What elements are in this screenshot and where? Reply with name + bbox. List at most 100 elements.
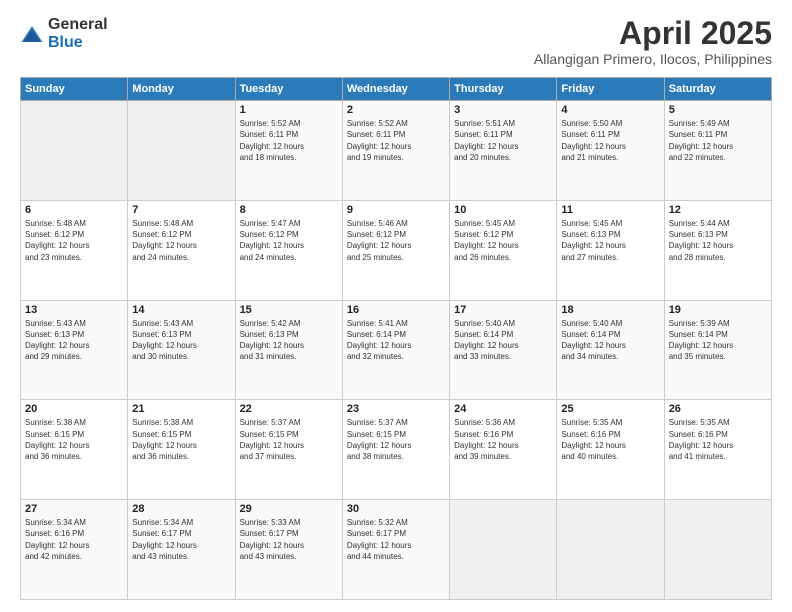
calendar-cell bbox=[450, 500, 557, 600]
calendar-cell: 5Sunrise: 5:49 AM Sunset: 6:11 PM Daylig… bbox=[664, 101, 771, 201]
calendar-cell: 24 Sunrise: 5:36 AM Sunset: 6:16 PM Dayli… bbox=[450, 400, 557, 500]
day-info: Sunrise: 5:40 AM Sunset: 6:14 PM Dayligh… bbox=[454, 319, 518, 362]
calendar-cell: 30Sunrise: 5:32 AM Sunset: 6:17 PM Dayli… bbox=[342, 500, 449, 600]
calendar-cell: 16Sunrise: 5:41 AM Sunset: 6:14 PM Dayli… bbox=[342, 300, 449, 400]
calendar-cell: 1 Sunrise: 5:52 AM Sunset: 6:11 PM Daylig… bbox=[235, 101, 342, 201]
weekday-header-tuesday: Tuesday bbox=[235, 78, 342, 101]
calendar-body: 1 Sunrise: 5:52 AM Sunset: 6:11 PM Daylig… bbox=[21, 101, 772, 600]
day-info: Sunrise: 5:50 AM Sunset: 6:11 PM Dayligh… bbox=[561, 119, 625, 162]
calendar-cell: 4 Sunrise: 5:50 AM Sunset: 6:11 PM Daylig… bbox=[557, 101, 664, 201]
day-number: 24 bbox=[454, 403, 552, 415]
day-info: Sunrise: 5:45 AM Sunset: 6:12 PM Dayligh… bbox=[454, 219, 518, 262]
day-number: 7 bbox=[132, 204, 230, 216]
day-number: 19 bbox=[669, 304, 767, 316]
day-info: Sunrise: 5:34 AM Sunset: 6:17 PM Dayligh… bbox=[132, 518, 196, 561]
location-title: Allangigan Primero, Ilocos, Philippines bbox=[534, 51, 772, 67]
day-info: Sunrise: 5:41 AM Sunset: 6:14 PM Dayligh… bbox=[347, 319, 411, 362]
day-info: Sunrise: 5:34 AM Sunset: 6:16 PM Dayligh… bbox=[25, 518, 89, 561]
day-info: Sunrise: 5:51 AM Sunset: 6:11 PM Dayligh… bbox=[454, 119, 518, 162]
day-number: 28 bbox=[132, 503, 230, 515]
day-info: Sunrise: 5:35 AM Sunset: 6:16 PM Dayligh… bbox=[669, 418, 733, 461]
day-info: Sunrise: 5:32 AM Sunset: 6:17 PM Dayligh… bbox=[347, 518, 411, 561]
day-info: Sunrise: 5:43 AM Sunset: 6:13 PM Dayligh… bbox=[25, 319, 89, 362]
day-info: Sunrise: 5:38 AM Sunset: 6:15 PM Dayligh… bbox=[132, 418, 196, 461]
calendar-cell: 21 Sunrise: 5:38 AM Sunset: 6:15 PM Dayli… bbox=[128, 400, 235, 500]
weekday-header-wednesday: Wednesday bbox=[342, 78, 449, 101]
calendar-cell: 26 Sunrise: 5:35 AM Sunset: 6:16 PM Dayli… bbox=[664, 400, 771, 500]
week-row-3: 13 Sunrise: 5:43 AM Sunset: 6:13 PM Dayli… bbox=[21, 300, 772, 400]
day-number: 23 bbox=[347, 403, 445, 415]
calendar-header: SundayMondayTuesdayWednesdayThursdayFrid… bbox=[21, 78, 772, 101]
day-info: Sunrise: 5:36 AM Sunset: 6:16 PM Dayligh… bbox=[454, 418, 518, 461]
month-title: April 2025 bbox=[534, 16, 772, 51]
calendar-cell: 7Sunrise: 5:48 AM Sunset: 6:12 PM Daylig… bbox=[128, 200, 235, 300]
calendar-table: SundayMondayTuesdayWednesdayThursdayFrid… bbox=[20, 77, 772, 600]
day-info: Sunrise: 5:47 AM Sunset: 6:12 PM Dayligh… bbox=[240, 219, 304, 262]
day-number: 8 bbox=[240, 204, 338, 216]
header: General Blue April 2025 Allangigan Prime… bbox=[20, 16, 772, 67]
day-number: 12 bbox=[669, 204, 767, 216]
day-info: Sunrise: 5:49 AM Sunset: 6:11 PM Dayligh… bbox=[669, 119, 733, 162]
day-info: Sunrise: 5:35 AM Sunset: 6:16 PM Dayligh… bbox=[561, 418, 625, 461]
calendar-cell bbox=[21, 101, 128, 201]
day-number: 20 bbox=[25, 403, 123, 415]
calendar-cell: 3 Sunrise: 5:51 AM Sunset: 6:11 PM Daylig… bbox=[450, 101, 557, 201]
calendar-cell bbox=[664, 500, 771, 600]
day-info: Sunrise: 5:46 AM Sunset: 6:12 PM Dayligh… bbox=[347, 219, 411, 262]
week-row-1: 1 Sunrise: 5:52 AM Sunset: 6:11 PM Daylig… bbox=[21, 101, 772, 201]
day-number: 13 bbox=[25, 304, 123, 316]
day-number: 3 bbox=[454, 104, 552, 116]
day-number: 14 bbox=[132, 304, 230, 316]
title-block: April 2025 Allangigan Primero, Ilocos, P… bbox=[534, 16, 772, 67]
day-info: Sunrise: 5:52 AM Sunset: 6:11 PM Dayligh… bbox=[240, 119, 304, 162]
calendar-cell: 6 Sunrise: 5:48 AM Sunset: 6:12 PM Daylig… bbox=[21, 200, 128, 300]
day-number: 18 bbox=[561, 304, 659, 316]
calendar-cell: 13 Sunrise: 5:43 AM Sunset: 6:13 PM Dayli… bbox=[21, 300, 128, 400]
calendar-cell: 2Sunrise: 5:52 AM Sunset: 6:11 PM Daylig… bbox=[342, 101, 449, 201]
weekday-row: SundayMondayTuesdayWednesdayThursdayFrid… bbox=[21, 78, 772, 101]
day-info: Sunrise: 5:39 AM Sunset: 6:14 PM Dayligh… bbox=[669, 319, 733, 362]
day-info: Sunrise: 5:40 AM Sunset: 6:14 PM Dayligh… bbox=[561, 319, 625, 362]
day-number: 26 bbox=[669, 403, 767, 415]
weekday-header-sunday: Sunday bbox=[21, 78, 128, 101]
day-number: 29 bbox=[240, 503, 338, 515]
logo: General Blue bbox=[20, 16, 108, 52]
calendar-cell: 15Sunrise: 5:42 AM Sunset: 6:13 PM Dayli… bbox=[235, 300, 342, 400]
weekday-header-saturday: Saturday bbox=[664, 78, 771, 101]
day-number: 6 bbox=[25, 204, 123, 216]
calendar-cell: 10Sunrise: 5:45 AM Sunset: 6:12 PM Dayli… bbox=[450, 200, 557, 300]
week-row-4: 20 Sunrise: 5:38 AM Sunset: 6:15 PM Dayli… bbox=[21, 400, 772, 500]
calendar-cell: 14Sunrise: 5:43 AM Sunset: 6:13 PM Dayli… bbox=[128, 300, 235, 400]
logo-blue: Blue bbox=[48, 34, 83, 51]
day-number: 2 bbox=[347, 104, 445, 116]
day-number: 11 bbox=[561, 204, 659, 216]
logo-text: General Blue bbox=[48, 16, 108, 52]
day-info: Sunrise: 5:33 AM Sunset: 6:17 PM Dayligh… bbox=[240, 518, 304, 561]
day-number: 27 bbox=[25, 503, 123, 515]
day-number: 4 bbox=[561, 104, 659, 116]
week-row-2: 6 Sunrise: 5:48 AM Sunset: 6:12 PM Daylig… bbox=[21, 200, 772, 300]
weekday-header-thursday: Thursday bbox=[450, 78, 557, 101]
calendar-cell: 17 Sunrise: 5:40 AM Sunset: 6:14 PM Dayli… bbox=[450, 300, 557, 400]
calendar-cell bbox=[128, 101, 235, 201]
calendar-cell: 11 Sunrise: 5:45 AM Sunset: 6:13 PM Dayli… bbox=[557, 200, 664, 300]
day-info: Sunrise: 5:38 AM Sunset: 6:15 PM Dayligh… bbox=[25, 418, 89, 461]
day-number: 9 bbox=[347, 204, 445, 216]
calendar-cell: 27 Sunrise: 5:34 AM Sunset: 6:16 PM Dayli… bbox=[21, 500, 128, 600]
calendar-cell: 8 Sunrise: 5:47 AM Sunset: 6:12 PM Daylig… bbox=[235, 200, 342, 300]
day-number: 17 bbox=[454, 304, 552, 316]
day-info: Sunrise: 5:48 AM Sunset: 6:12 PM Dayligh… bbox=[25, 219, 89, 262]
calendar-cell: 18 Sunrise: 5:40 AM Sunset: 6:14 PM Dayli… bbox=[557, 300, 664, 400]
logo-icon bbox=[20, 24, 44, 44]
day-number: 1 bbox=[240, 104, 338, 116]
weekday-header-monday: Monday bbox=[128, 78, 235, 101]
week-row-5: 27 Sunrise: 5:34 AM Sunset: 6:16 PM Dayli… bbox=[21, 500, 772, 600]
day-number: 15 bbox=[240, 304, 338, 316]
day-info: Sunrise: 5:45 AM Sunset: 6:13 PM Dayligh… bbox=[561, 219, 625, 262]
day-number: 25 bbox=[561, 403, 659, 415]
calendar-cell: 22Sunrise: 5:37 AM Sunset: 6:15 PM Dayli… bbox=[235, 400, 342, 500]
calendar-cell: 19 Sunrise: 5:39 AM Sunset: 6:14 PM Dayli… bbox=[664, 300, 771, 400]
calendar-cell bbox=[557, 500, 664, 600]
day-info: Sunrise: 5:37 AM Sunset: 6:15 PM Dayligh… bbox=[240, 418, 304, 461]
day-number: 21 bbox=[132, 403, 230, 415]
